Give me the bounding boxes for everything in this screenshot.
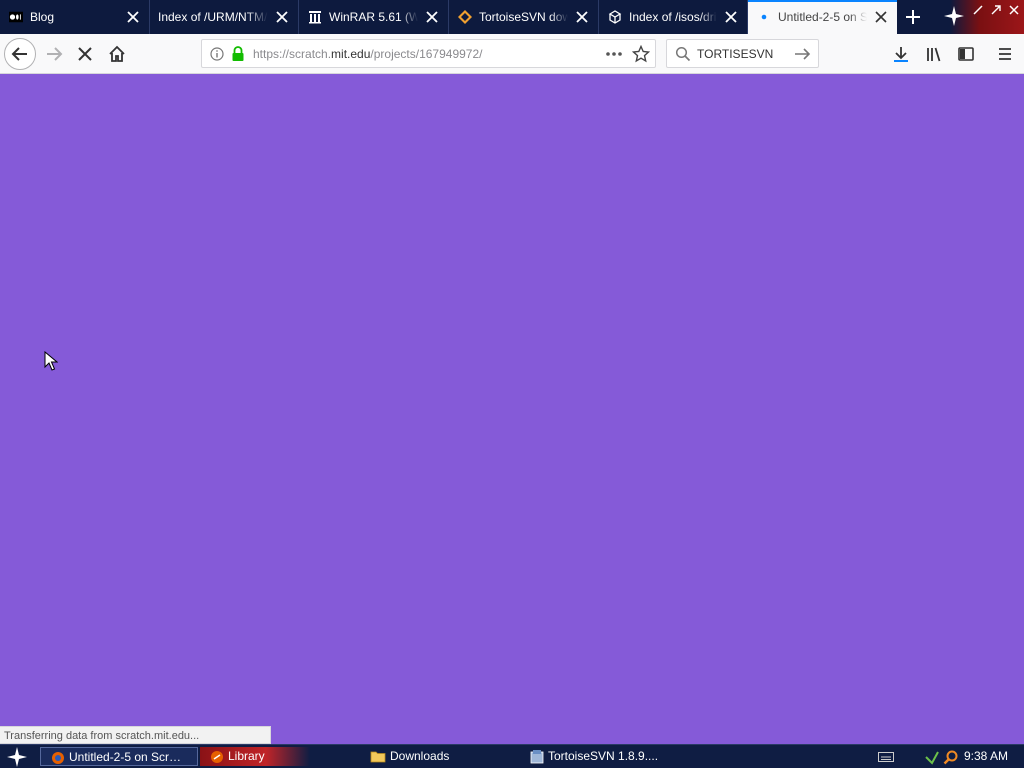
folder-icon: [370, 751, 386, 763]
keyboard-icon[interactable]: [878, 752, 894, 762]
search-icon: [675, 46, 691, 62]
url-path: /projects/167949972/: [370, 47, 483, 61]
stop-button[interactable]: [69, 38, 101, 70]
close-icon[interactable]: [724, 10, 738, 24]
url-text[interactable]: https://scratch.mit.edu/projects/1679499…: [253, 47, 482, 61]
navigation-toolbar: https://scratch.mit.edu/projects/1679499…: [0, 34, 1024, 74]
taskbar-item-label: TortoiseSVN 1.8.9....: [548, 749, 659, 763]
taskbar: Untitled-2-5 on Scr… Library Downloads T…: [0, 744, 1024, 768]
search-bar[interactable]: TORTISESVN: [666, 39, 819, 68]
installer-icon: [530, 749, 544, 764]
minimize-window-icon[interactable]: [972, 4, 984, 16]
tab-strip: Blog Index of /URM/NTM/Ga WinRAR 5.61 (W…: [0, 0, 1024, 34]
home-button[interactable]: [101, 38, 133, 70]
maximize-window-icon[interactable]: [990, 4, 1002, 16]
tab-title: Index of /URM/NTM/Ga: [158, 10, 268, 24]
taskbar-item-label: Untitled-2-5 on Scr…: [69, 750, 182, 764]
firefox-icon: [52, 751, 64, 764]
star-icon: [944, 6, 964, 26]
lock-icon[interactable]: [231, 46, 245, 62]
close-icon[interactable]: [874, 10, 888, 24]
archive-icon: [308, 10, 322, 24]
back-arrow-icon: [11, 47, 27, 61]
url-host: mit.edu: [331, 47, 371, 61]
close-icon[interactable]: [126, 10, 140, 24]
tab-title: TortoiseSVN downl: [479, 10, 568, 24]
home-icon: [109, 45, 125, 62]
hamburger-menu-icon: [999, 48, 1011, 60]
status-panel: Transferring data from scratch.mit.edu..…: [0, 726, 271, 744]
close-icon[interactable]: [425, 10, 439, 24]
close-window-icon[interactable]: [1008, 4, 1020, 16]
library-button[interactable]: [918, 38, 950, 70]
new-tab-button[interactable]: [900, 5, 926, 29]
back-button[interactable]: [4, 38, 36, 70]
download-icon: [894, 47, 908, 62]
sidebar-button[interactable]: [950, 38, 982, 70]
tab-title: Untitled-2-5 on Sc: [778, 10, 867, 24]
tab-blog[interactable]: Blog: [0, 0, 150, 34]
close-icon[interactable]: [575, 10, 589, 24]
tab-untitled-scratch[interactable]: Untitled-2-5 on Sc: [748, 0, 897, 34]
clock[interactable]: 9:38 AM: [964, 747, 1008, 766]
tab-title: WinRAR 5.61 (Win: [329, 10, 418, 24]
search-input[interactable]: TORTISESVN: [697, 47, 773, 61]
start-star-icon[interactable]: [7, 747, 27, 767]
library-icon: [211, 750, 223, 763]
tortoisesvn-icon: [458, 10, 472, 24]
tab-tortoisesvn[interactable]: TortoiseSVN downl: [449, 0, 599, 34]
taskbar-item-label: Downloads: [390, 749, 450, 763]
loading-dot-icon: [757, 10, 771, 24]
page-actions-icon[interactable]: [605, 51, 623, 57]
close-icon[interactable]: [275, 10, 289, 24]
search-go-arrow-icon[interactable]: [794, 46, 812, 62]
forward-button[interactable]: [38, 38, 70, 70]
info-icon[interactable]: [210, 47, 224, 61]
taskbar-item-downloads[interactable]: Downloads: [368, 747, 518, 766]
downloads-button[interactable]: [885, 38, 917, 70]
network-icon[interactable]: [924, 749, 940, 765]
tab-title: Blog: [30, 10, 55, 24]
library-icon: [927, 47, 941, 62]
taskbar-item-library[interactable]: Library: [200, 747, 310, 766]
tab-winrar[interactable]: WinRAR 5.61 (Win: [299, 0, 449, 34]
active-tab-indicator: [748, 0, 897, 2]
sidebar-icon: [958, 47, 974, 61]
stop-icon: [78, 47, 92, 61]
page-content: [0, 74, 1024, 744]
menu-button[interactable]: [989, 38, 1021, 70]
tab-index-urm[interactable]: Index of /URM/NTM/Ga: [150, 0, 299, 34]
tab-index-isos[interactable]: Index of /isos/driv: [599, 0, 748, 34]
search-tray-icon[interactable]: [943, 749, 959, 765]
server-icon: [608, 10, 622, 24]
taskbar-item-label: Library: [228, 749, 265, 763]
plus-icon: [906, 10, 920, 24]
taskbar-item-tortoisesvn[interactable]: TortoiseSVN 1.8.9....: [530, 747, 710, 766]
url-bar[interactable]: https://scratch.mit.edu/projects/1679499…: [201, 39, 656, 68]
forward-arrow-icon: [47, 47, 63, 61]
tab-title: Index of /isos/driv: [629, 10, 717, 24]
medium-icon: [9, 10, 23, 24]
bookmark-star-icon[interactable]: [632, 45, 650, 63]
mouse-cursor-icon: [44, 351, 58, 371]
taskbar-item-firefox[interactable]: Untitled-2-5 on Scr…: [40, 747, 198, 766]
url-prefix: https://scratch.: [253, 47, 332, 61]
